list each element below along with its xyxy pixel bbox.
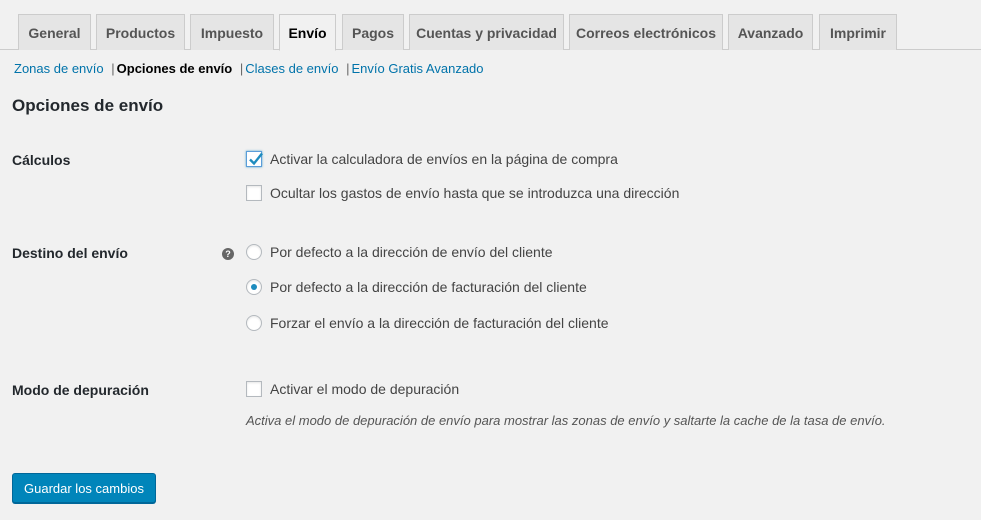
destino-radio-shipping[interactable] bbox=[246, 244, 262, 260]
tab-productos[interactable]: Productos bbox=[96, 14, 185, 50]
tab-cuentas-privacidad[interactable]: Cuentas y privacidad bbox=[409, 14, 564, 50]
settings-tabs: General Productos Impuesto Envío Pagos C… bbox=[0, 0, 981, 51]
subnav-separator: | bbox=[346, 61, 350, 76]
sub-navigation: Zonas de envío | Opciones de envío | Clase… bbox=[14, 61, 484, 76]
destino-shipping-label[interactable]: Por defecto a la dirección de envío del … bbox=[270, 244, 553, 260]
tab-pagos[interactable]: Pagos bbox=[342, 14, 404, 50]
tab-avanzado[interactable]: Avanzado bbox=[728, 14, 813, 50]
destino-option-force-billing: Forzar el envío a la dirección de factur… bbox=[246, 315, 609, 331]
subnav-separator: | bbox=[111, 61, 115, 76]
destino-option-billing: Por defecto a la dirección de facturació… bbox=[246, 279, 587, 295]
subnav-envio-gratis[interactable]: Envío Gratis Avanzado bbox=[352, 61, 484, 76]
debug-label: Modo de depuración bbox=[12, 382, 149, 398]
destino-radio-force-billing[interactable] bbox=[246, 315, 262, 331]
help-icon[interactable]: ? bbox=[222, 248, 234, 260]
hide-costs-label[interactable]: Ocultar los gastos de envío hasta que se… bbox=[270, 185, 679, 201]
tab-impuesto[interactable]: Impuesto bbox=[190, 14, 274, 50]
destino-billing-label[interactable]: Por defecto a la dirección de facturació… bbox=[270, 279, 587, 295]
destino-option-shipping: Por defecto a la dirección de envío del … bbox=[246, 244, 553, 260]
page-title: Opciones de envío bbox=[12, 96, 164, 115]
debug-checkbox[interactable] bbox=[246, 381, 262, 397]
hide-costs-checkbox[interactable] bbox=[246, 185, 262, 201]
calculator-option: Activar la calculadora de envíos en la p… bbox=[246, 151, 618, 167]
debug-checkbox-label[interactable]: Activar el modo de depuración bbox=[270, 381, 459, 397]
calculator-checkbox[interactable] bbox=[246, 151, 263, 167]
save-button[interactable]: Guardar los cambios bbox=[12, 473, 156, 503]
calculator-label[interactable]: Activar la calculadora de envíos en la p… bbox=[270, 151, 618, 167]
subnav-opciones-envio[interactable]: Opciones de envío bbox=[117, 61, 233, 76]
tab-general[interactable]: General bbox=[18, 14, 91, 50]
tab-correos[interactable]: Correos electrónicos bbox=[569, 14, 723, 50]
destino-force-billing-label[interactable]: Forzar el envío a la dirección de factur… bbox=[270, 315, 609, 331]
destino-radio-billing[interactable] bbox=[246, 279, 262, 295]
debug-description: Activa el modo de depuración de envío pa… bbox=[246, 413, 886, 428]
subnav-clases-envio[interactable]: Clases de envío bbox=[245, 61, 338, 76]
checkmark-icon bbox=[249, 152, 263, 166]
debug-option: Activar el modo de depuración bbox=[246, 381, 459, 397]
tab-imprimir[interactable]: Imprimir bbox=[819, 14, 897, 50]
subnav-zonas-envio[interactable]: Zonas de envío bbox=[14, 61, 104, 76]
subnav-separator: | bbox=[239, 61, 244, 76]
destino-label: Destino del envío bbox=[12, 245, 128, 261]
calculos-label: Cálculos bbox=[12, 152, 71, 168]
hide-costs-option: Ocultar los gastos de envío hasta que se… bbox=[246, 185, 679, 201]
tab-envio[interactable]: Envío bbox=[279, 14, 336, 51]
